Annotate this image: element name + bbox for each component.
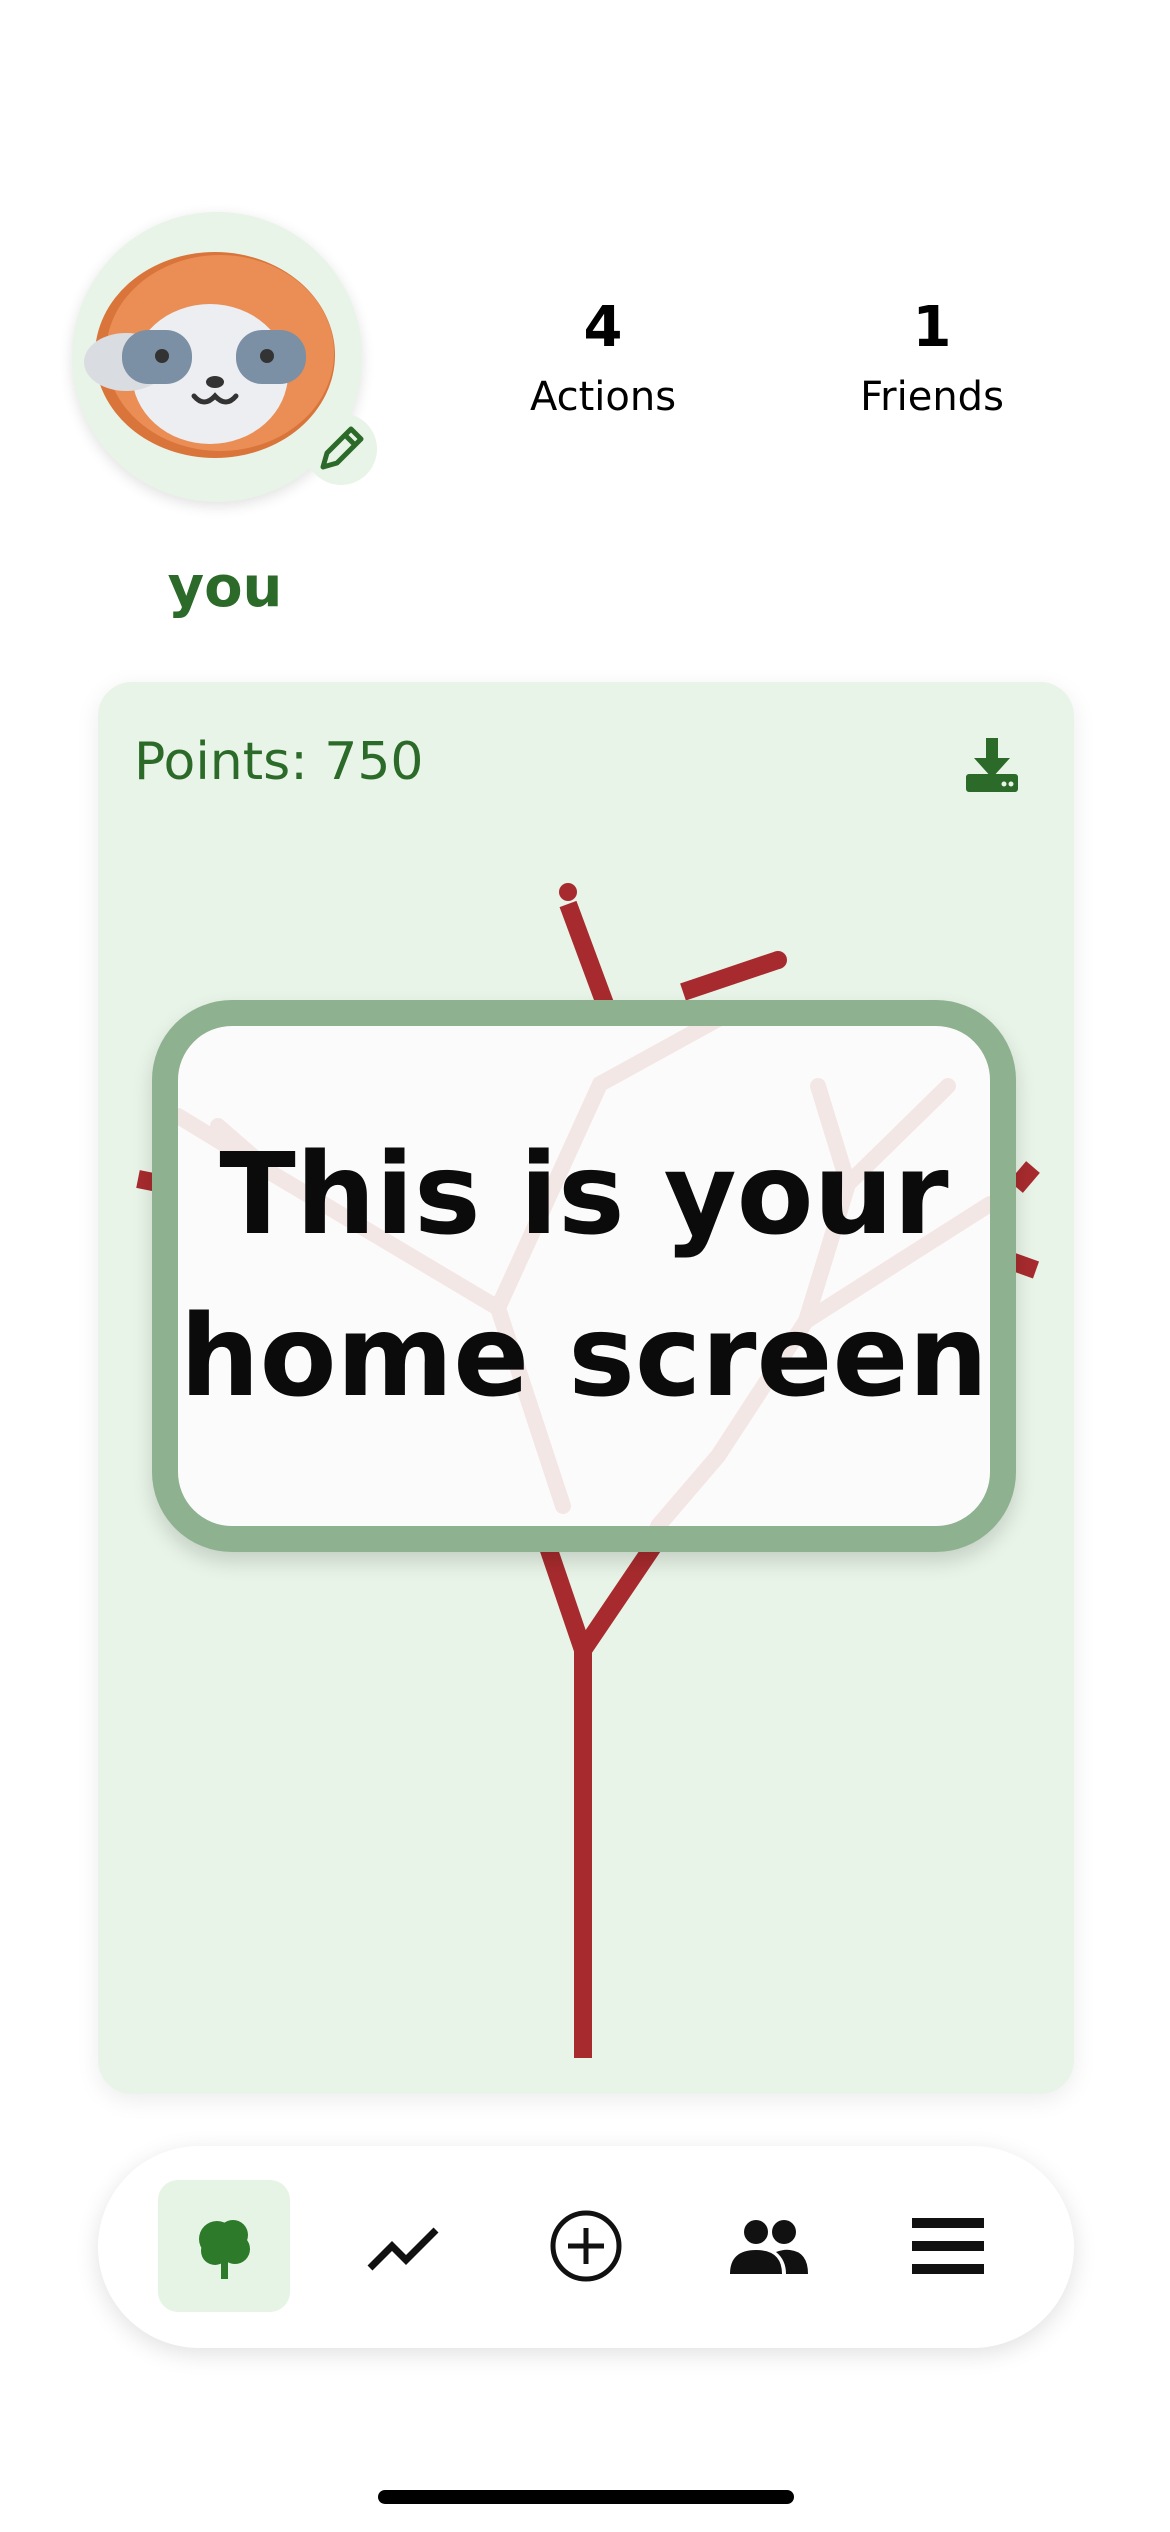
username: you [167, 555, 283, 620]
trend-icon [367, 2227, 439, 2271]
tooltip-text: This is your home screen [180, 1114, 988, 1439]
menu-tab[interactable] [882, 2180, 1014, 2312]
onboarding-tooltip[interactable]: This is your home screen [152, 1000, 1016, 1552]
edit-avatar-button[interactable] [305, 413, 377, 485]
tree-icon [199, 2220, 250, 2279]
actions-count: 4 [583, 295, 623, 360]
add-tab[interactable] [520, 2180, 652, 2312]
friends-count: 1 [912, 295, 952, 360]
actions-stat[interactable]: 4 Actions [473, 295, 733, 421]
pencil-icon [320, 426, 364, 470]
plus-circle-icon [550, 2210, 622, 2282]
friends-stat[interactable]: 1 Friends [802, 295, 1062, 421]
people-icon [730, 2220, 808, 2274]
friends-tab[interactable] [702, 2180, 834, 2312]
tooltip-line-1: This is your [219, 1129, 949, 1260]
tree-tab[interactable] [158, 2180, 290, 2312]
download-button[interactable] [960, 734, 1024, 798]
download-icon [966, 738, 1018, 792]
actions-label: Actions [529, 374, 677, 420]
friends-label: Friends [860, 374, 1004, 420]
stats-tab[interactable] [338, 2180, 470, 2312]
bottom-nav [98, 2146, 1074, 2348]
points-label: Points: 750 [134, 732, 424, 792]
menu-icon [912, 2218, 984, 2274]
tooltip-line-2: home screen [179, 1292, 989, 1422]
home-indicator[interactable] [378, 2490, 794, 2504]
